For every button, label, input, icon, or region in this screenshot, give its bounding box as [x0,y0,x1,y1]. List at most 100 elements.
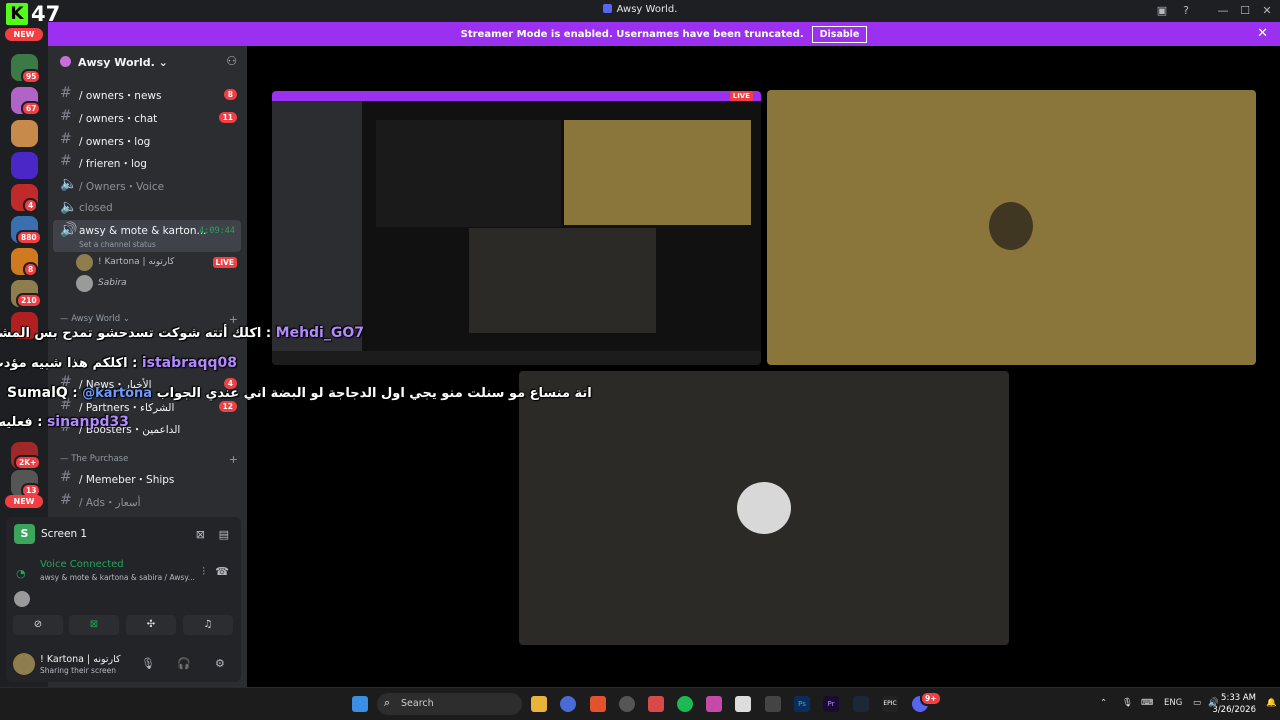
capcut-icon[interactable] [735,696,751,712]
channel-memeber-ships[interactable]: # / Memeber・Ships [53,467,241,489]
category-awsy-world[interactable]: — Awsy World ⌄ + [60,313,238,326]
file-explorer-icon[interactable] [531,696,547,712]
share-screen-button[interactable]: ⊠ [69,615,119,635]
chevron-down-icon: ⌄ [122,314,130,324]
app-icon[interactable] [765,696,781,712]
headphones-icon[interactable]: 🎧 [177,657,191,670]
chat-username: istabraqq08 [141,355,237,371]
display-icon[interactable]: ▭ [1193,698,1201,708]
hash-icon: # [60,153,72,169]
chat-separator: : [261,326,276,341]
screen-icon: S [14,524,35,544]
obs-icon[interactable] [619,696,635,712]
channel-label: / owners・chat [79,113,158,125]
add-channel-icon[interactable]: + [229,453,238,466]
windows-taskbar [0,687,1280,720]
chat-mention: @kartona [82,386,153,401]
spotify-icon[interactable] [677,696,693,712]
photoshop-icon[interactable]: Ps [794,696,810,712]
stream-tile-sabira[interactable] [519,371,1009,645]
server-header[interactable]: Awsy World. ⌄ ⚇ [48,46,247,78]
photos-icon[interactable] [706,696,722,712]
server-icon[interactable] [11,152,38,179]
avatar [76,254,93,271]
avatar[interactable] [14,591,30,607]
channel-label: / owners・log [79,136,151,148]
close-window-icon[interactable]: ✕ [1260,4,1274,18]
disconnect-icon[interactable]: ☎ [215,565,229,578]
kick-logo: K [6,3,28,25]
clock[interactable]: 5:33 AM 3/26/2026 [1212,692,1256,716]
voice-connected-status[interactable]: Voice Connected [40,559,124,570]
chat-username: Mehdi_GO7 [275,325,364,341]
channel-closed[interactable]: 🔈 closed [53,197,241,219]
screen-name: Screen 1 [41,528,88,540]
chevron-up-icon[interactable]: ⌃ [1100,698,1107,708]
notifications-icon[interactable]: 🔔 [1266,698,1277,708]
disable-button[interactable]: Disable [811,25,868,43]
invite-icon[interactable]: ⚇ [226,54,237,68]
speaker-icon: 🔈 [60,199,78,215]
channel-status-input[interactable]: Set a channel status [79,240,241,249]
settings-gear-icon[interactable]: ⚙ [215,657,225,670]
microphone-icon[interactable]: 🎙 [141,657,155,670]
channel-label: / owners・news [79,90,162,102]
keyboard-icon[interactable]: ⌨ [1141,698,1153,708]
stream-tile-kartona[interactable]: LIVE [272,91,761,365]
voice-timer: 4:09:44 [199,226,235,236]
voice-user[interactable]: ! Kartona | كارتونه LIVE [76,253,241,273]
premiere-icon[interactable]: Pr [823,696,839,712]
chat-text: اكلك أتته شوكت تسدحشو تمدح بس المشرفين [0,326,262,341]
unread-badge: 12 [218,401,237,412]
user-avatar[interactable] [13,653,35,675]
category-the-purchase[interactable]: — The Purchase + [60,453,238,466]
language-indicator[interactable]: ENG [1164,698,1182,708]
hash-icon: # [60,131,72,147]
help-icon[interactable]: ? [1179,4,1193,18]
soundboard-button[interactable]: ♫ [183,615,233,635]
voice-user[interactable]: Sabira [76,274,241,294]
minimize-icon[interactable]: — [1216,4,1230,18]
channel-owners-log[interactable]: # / owners・log [53,129,241,151]
brave-icon[interactable] [590,696,606,712]
chat-text: اتة منساع مو سنلت منو يجي اول الدجاجة لو… [156,386,592,401]
mention-badge: 4 [23,198,39,213]
server-name: Awsy World. [78,56,155,69]
channel-ads[interactable]: # / Ads・أسعار [53,490,241,512]
epic-games-icon[interactable]: EPIC [882,696,898,712]
taskbar-search[interactable]: ⌕ Search [377,693,522,715]
stream-settings-icon[interactable]: ▤ [219,528,229,541]
live-badge: LIVE [212,257,237,268]
app-icon[interactable] [648,696,664,712]
notification-badge: 9+ [920,691,942,706]
stop-stream-icon[interactable]: ⊠ [196,528,205,541]
stream-tile-gold[interactable] [767,90,1256,365]
chat-message: SumalQ : @kartona اتة منساع مو سنلت منو … [7,385,592,401]
inbox-icon[interactable]: ▣ [1155,4,1169,18]
active-voice-channel[interactable]: 🔊 awsy & mote & karton... 4:09:44 Set a … [53,220,241,252]
maximize-icon[interactable]: ☐ [1238,4,1252,18]
chevron-down-icon: ⌄ [158,56,168,69]
activities-button[interactable]: ✣ [126,615,176,635]
voice-user-name: Sabira [98,278,127,288]
category-label: — The Purchase [60,454,129,464]
steam-icon[interactable] [853,696,869,712]
camera-toggle-button[interactable]: ⊘ [13,615,63,635]
channel-label: / Memeber・Ships [79,474,175,486]
user-name[interactable]: ! Kartona | كارتونه [40,654,121,665]
signal-icon[interactable]: ◔ [16,567,26,580]
voice-connected-channel[interactable]: awsy & mote & kartona & sabira / Awsy... [40,573,195,582]
channel-owners-news[interactable]: # / owners・news 8 [53,83,241,105]
chat-separator: : [67,386,83,401]
windows-start-icon[interactable] [352,696,368,712]
close-banner-icon[interactable]: ✕ [1257,26,1268,41]
browser-icon[interactable] [560,696,576,712]
channel-owners-voice[interactable]: 🔈 / Owners・Voice [53,174,241,196]
new-badge-top: NEW [5,28,43,41]
channel-owners-chat[interactable]: # / owners・chat 11 [53,106,241,128]
category-label: — Awsy World [60,314,121,324]
channel-frieren-log[interactable]: # / frieren・log [53,151,241,173]
microphone-tray-icon[interactable]: 🎙 [1122,698,1133,708]
noise-suppression-icon[interactable]: ⫶ [202,565,205,579]
server-icon[interactable] [11,120,38,147]
